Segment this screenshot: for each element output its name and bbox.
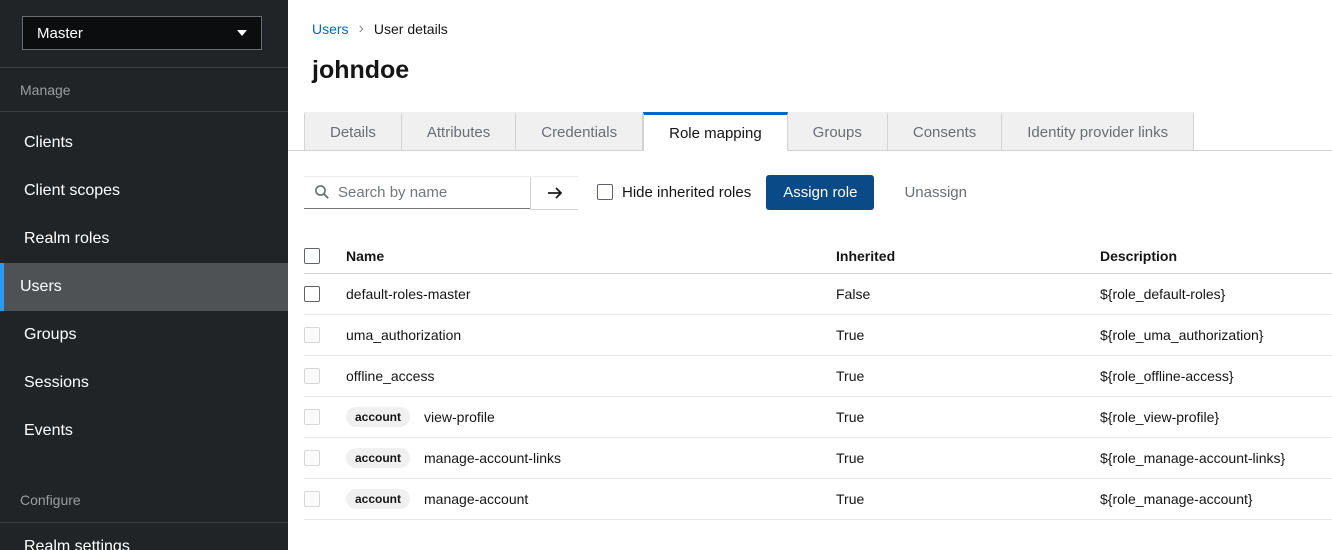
column-header-description: Description [1100,247,1178,264]
role-description: ${role_view-profile} [1100,409,1220,425]
chevron-right-icon: › [358,20,364,37]
inherited-value: True [836,409,865,425]
client-badge: account [346,448,411,468]
tab-attributes[interactable]: Attributes [401,112,517,150]
row-checkbox [304,327,320,343]
toolbar: Hide inherited roles Assign role Unassig… [288,174,1332,210]
inherited-value: True [836,327,865,343]
table-row: account manage-account-links True ${role… [304,438,1332,479]
tab-consents[interactable]: Consents [887,112,1003,150]
role-name: offline_access [346,368,435,384]
search-input-wrap [304,176,530,209]
role-name: manage-account [424,491,529,507]
realm-selector-label: Master [37,24,83,42]
inherited-value: True [836,491,865,507]
sidebar-item-events[interactable]: Events [0,407,288,455]
breadcrumb: Users › User details [312,20,1308,38]
table-header-row: Name Inherited Description [304,238,1332,274]
column-header-name: Name [346,247,385,264]
main-content: Users › User details johndoe Details Att… [288,0,1332,550]
tab-bar: Details Attributes Credentials Role mapp… [288,112,1332,151]
nav-group-configure: Configure [0,478,288,523]
sidebar-item-sessions[interactable]: Sessions [0,359,288,407]
role-name: uma_authorization [346,327,462,343]
sidebar-item-realm-roles[interactable]: Realm roles [0,215,288,263]
table-row: uma_authorization True ${role_uma_author… [304,315,1332,356]
role-description: ${role_uma_authorization} [1100,327,1264,343]
tab-groups[interactable]: Groups [787,112,888,150]
tab-details[interactable]: Details [304,112,402,150]
role-description: ${role_default-roles} [1100,286,1226,302]
role-description: ${role_manage-account-links} [1100,450,1286,466]
breadcrumb-current: User details [373,21,448,37]
search-input[interactable] [338,183,508,201]
tab-credentials[interactable]: Credentials [516,112,644,150]
search-group [304,175,578,210]
nav-group-manage: Manage [0,68,288,112]
unassign-button[interactable]: Unassign [904,184,967,201]
row-checkbox [304,409,320,425]
search-submit-button[interactable] [530,176,578,210]
role-name: view-profile [424,409,495,425]
role-name: manage-account-links [424,450,561,466]
table-row: account view-profile True ${role_view-pr… [304,397,1332,438]
nav-manage-list: Clients Client scopes Realm roles Users … [0,112,288,455]
row-checkbox [304,368,320,384]
row-checkbox[interactable] [304,286,320,302]
inherited-value: True [836,450,865,466]
inherited-value: False [836,286,871,302]
realm-selector-block: Master [0,0,288,68]
content-header: Users › User details johndoe [288,0,1332,85]
column-header-inherited: Inherited [836,247,896,264]
tab-role-mapping[interactable]: Role mapping [643,112,788,151]
table-row: default-roles-master False ${role_defaul… [304,274,1332,315]
arrow-right-icon [547,186,562,199]
realm-selector-button[interactable]: Master [22,16,262,50]
role-mapping-table: Name Inherited Description default-roles… [304,238,1332,520]
select-all-checkbox[interactable] [304,247,320,264]
row-checkbox [304,491,320,507]
table-row: account manage-account True ${role_manag… [304,479,1332,520]
sidebar-item-groups[interactable]: Groups [0,311,288,359]
caret-down-icon [237,30,247,36]
client-badge: account [346,489,411,509]
client-badge: account [346,407,411,427]
sidebar-item-clients[interactable]: Clients [0,119,288,167]
tab-identity-provider-links[interactable]: Identity provider links [1002,112,1195,150]
sidebar-item-client-scopes[interactable]: Client scopes [0,167,288,215]
role-description: ${role_offline-access} [1100,368,1234,384]
page-title: johndoe [312,56,410,84]
breadcrumb-link-users[interactable]: Users [312,21,349,37]
role-description: ${role_manage-account} [1100,491,1253,507]
sidebar: Master Manage Clients Client scopes Real… [0,0,288,550]
assign-role-button[interactable]: Assign role [766,174,875,210]
inherited-value: True [836,368,865,384]
hide-inherited-checkbox[interactable] [597,184,613,200]
sidebar-item-users[interactable]: Users [0,263,288,311]
table-row: offline_access True ${role_offline-acces… [304,356,1332,397]
search-icon [315,185,329,199]
sidebar-item-realm-settings[interactable]: Realm settings [0,523,288,550]
nav-configure-list: Realm settings [0,523,288,550]
role-name: default-roles-master [346,286,471,302]
row-checkbox [304,450,320,466]
app-window: Master Manage Clients Client scopes Real… [0,0,1332,550]
hide-inherited-label[interactable]: Hide inherited roles [622,184,751,201]
